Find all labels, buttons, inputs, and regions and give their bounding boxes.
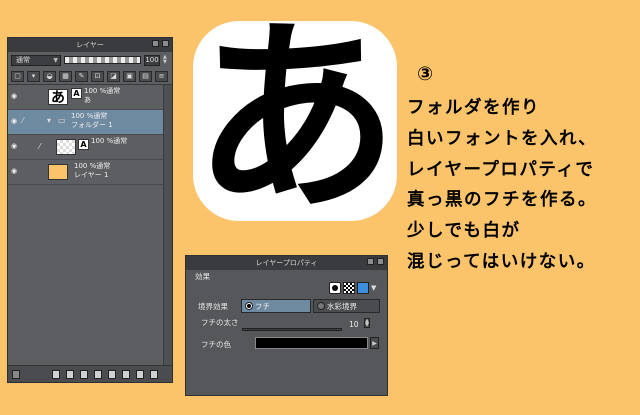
outlined-character-sample: あ	[193, 0, 399, 239]
layer-panel: レイヤー 通常 ▼ 100 ▲ ▼ ▢ ▾ ◒ ▦ ✎ ⊡ ◪ ▣ ▤ ≡ ◉ あ…	[7, 37, 173, 383]
pen-icon: ⁄	[39, 142, 41, 151]
instruction-line: 白いフォントを入れ、	[407, 128, 598, 149]
close-icon[interactable]	[162, 40, 169, 47]
dialog-title: レイヤープロパティ	[255, 259, 318, 267]
mask-layer-icon[interactable]	[122, 369, 130, 379]
edge-option-label: フチ	[255, 301, 270, 311]
panel-menu-icon[interactable]	[12, 369, 20, 379]
chevron-down-icon: ▼	[53, 56, 58, 64]
ruler-icon[interactable]: ▣	[123, 70, 136, 82]
instruction-line: フォルダを作り	[407, 98, 540, 118]
merge-down-icon[interactable]	[108, 369, 116, 379]
layer-options-row: 通常 ▼ 100 ▲ ▼	[8, 52, 172, 68]
opacity-value[interactable]: 100	[144, 54, 160, 66]
text-layer-icon: A	[71, 88, 82, 99]
edge-color-swatch[interactable]	[255, 337, 368, 349]
color-mode-radio[interactable]	[329, 282, 341, 294]
watercolor-option-button[interactable]: 水彩境界	[313, 299, 380, 313]
layer-row-text[interactable]: ◉ あ A 100 %通常 あ	[8, 85, 172, 110]
lock-transparency-icon[interactable]: ▦	[59, 70, 72, 82]
layer-name: レイヤー 1	[74, 171, 109, 179]
blend-mode-value: 通常	[16, 56, 30, 64]
step-number: ③	[417, 63, 434, 85]
layer-list: ◉ あ A 100 %通常 あ ◉ ⁄ ▾ ▭ 100 %通常 フォルダー 1 …	[8, 85, 172, 366]
new-vector-layer-icon[interactable]	[66, 369, 74, 379]
lock-icon[interactable]: ⊡	[91, 70, 104, 82]
edge-width-value[interactable]: 10	[349, 320, 359, 329]
minimize-icon[interactable]	[152, 40, 159, 47]
layer-color-swatch[interactable]	[357, 282, 369, 294]
edge-width-slider[interactable]	[242, 328, 342, 331]
layer-info: 100 %通常	[84, 87, 121, 95]
layer-panel-titlebar[interactable]: レイヤー	[8, 38, 172, 52]
instruction-line: 少しでも白が	[407, 221, 521, 242]
edge-effect-label: 境界効果	[198, 302, 228, 311]
pen-icon: ⁄	[22, 116, 24, 125]
layer-row-raster[interactable]: ◉ 100 %通常 レイヤー 1	[8, 160, 172, 185]
instruction-line: 真っ黒のフチを作る。	[407, 190, 597, 211]
layer-info: 100 %通常	[74, 162, 111, 170]
mask-icon[interactable]: ◪	[107, 70, 120, 82]
instruction-line: レイヤープロパティで	[407, 159, 595, 180]
layer-thumbnail	[48, 164, 68, 180]
instruction-text: ③ フォルダを作り 白いフォントを入れ、 レイヤープロパティで 真っ黒のフチを作…	[407, 63, 597, 278]
menu-icon[interactable]: ≡	[155, 70, 168, 82]
layer-tool-row: ▢ ▾ ◒ ▦ ✎ ⊡ ◪ ▣ ▤ ≡	[8, 68, 172, 85]
layer-panel-toolbar	[8, 365, 172, 382]
copy-layer-icon[interactable]	[94, 369, 102, 379]
transparency-icon[interactable]	[343, 282, 355, 294]
opacity-stepper[interactable]: ▲ ▼	[163, 55, 169, 65]
chevron-down-icon[interactable]: ▾	[47, 116, 51, 125]
edge-option-button[interactable]: フチ	[241, 299, 311, 313]
folder-icon: ▭	[58, 116, 66, 125]
dropdown-icon[interactable]: ▾	[27, 70, 40, 82]
chevron-right-icon[interactable]: ▶	[370, 337, 379, 349]
layer-info: 100 %通常	[71, 112, 108, 120]
edge-width-label: フチの太さ	[201, 318, 239, 327]
chevron-down-icon[interactable]: ▼	[371, 282, 379, 294]
layer-scrollbar[interactable]	[163, 85, 172, 366]
new-folder-icon[interactable]	[80, 369, 88, 379]
eye-icon[interactable]: ◉	[11, 143, 19, 150]
trash-icon[interactable]	[150, 369, 158, 379]
layer-row-child[interactable]: ◉ ⁄ A 100 %通常	[8, 135, 172, 160]
reference-icon[interactable]: ✎	[75, 70, 88, 82]
close-icon[interactable]	[377, 258, 384, 265]
eye-icon[interactable]: ◉	[11, 118, 19, 125]
instruction-line: 混じってはいけない。	[407, 251, 596, 272]
watercolor-option-label: 水彩境界	[327, 301, 357, 311]
layer-color-buttons: ▼	[329, 282, 379, 294]
layer-panel-title: レイヤー	[76, 41, 104, 49]
text-layer-icon: A	[78, 139, 89, 150]
layer-info: 100 %通常	[91, 137, 128, 145]
eye-icon[interactable]: ◉	[11, 93, 19, 100]
eye-icon[interactable]: ◉	[11, 168, 19, 175]
new-raster-layer-icon[interactable]	[52, 369, 60, 379]
layer-name: あ	[84, 96, 91, 104]
radio-off-icon	[317, 302, 325, 310]
minimize-icon[interactable]	[367, 258, 374, 265]
layer-name: フォルダー 1	[71, 121, 113, 129]
effect-section-label: 効果	[195, 272, 210, 281]
blend-mode-select[interactable]: 通常 ▼	[11, 54, 61, 66]
opacity-slider[interactable]	[64, 56, 141, 64]
big-character: あ	[193, 0, 400, 239]
layer-row-folder[interactable]: ◉ ⁄ ▾ ▭ 100 %通常 フォルダー 1	[8, 110, 172, 135]
draft-icon[interactable]: ▤	[139, 70, 152, 82]
layer-thumbnail	[56, 139, 76, 155]
edge-width-stepper[interactable]: ▲ ▼	[364, 318, 370, 328]
edge-color-label: フチの色	[201, 340, 231, 349]
radio-on-icon	[245, 302, 253, 310]
layer-color-icon[interactable]: ▢	[11, 70, 24, 82]
apply-mask-icon[interactable]	[136, 369, 144, 379]
clip-icon[interactable]: ◒	[43, 70, 56, 82]
dialog-titlebar[interactable]: レイヤープロパティ	[186, 256, 387, 270]
layer-thumbnail: あ	[48, 89, 68, 106]
